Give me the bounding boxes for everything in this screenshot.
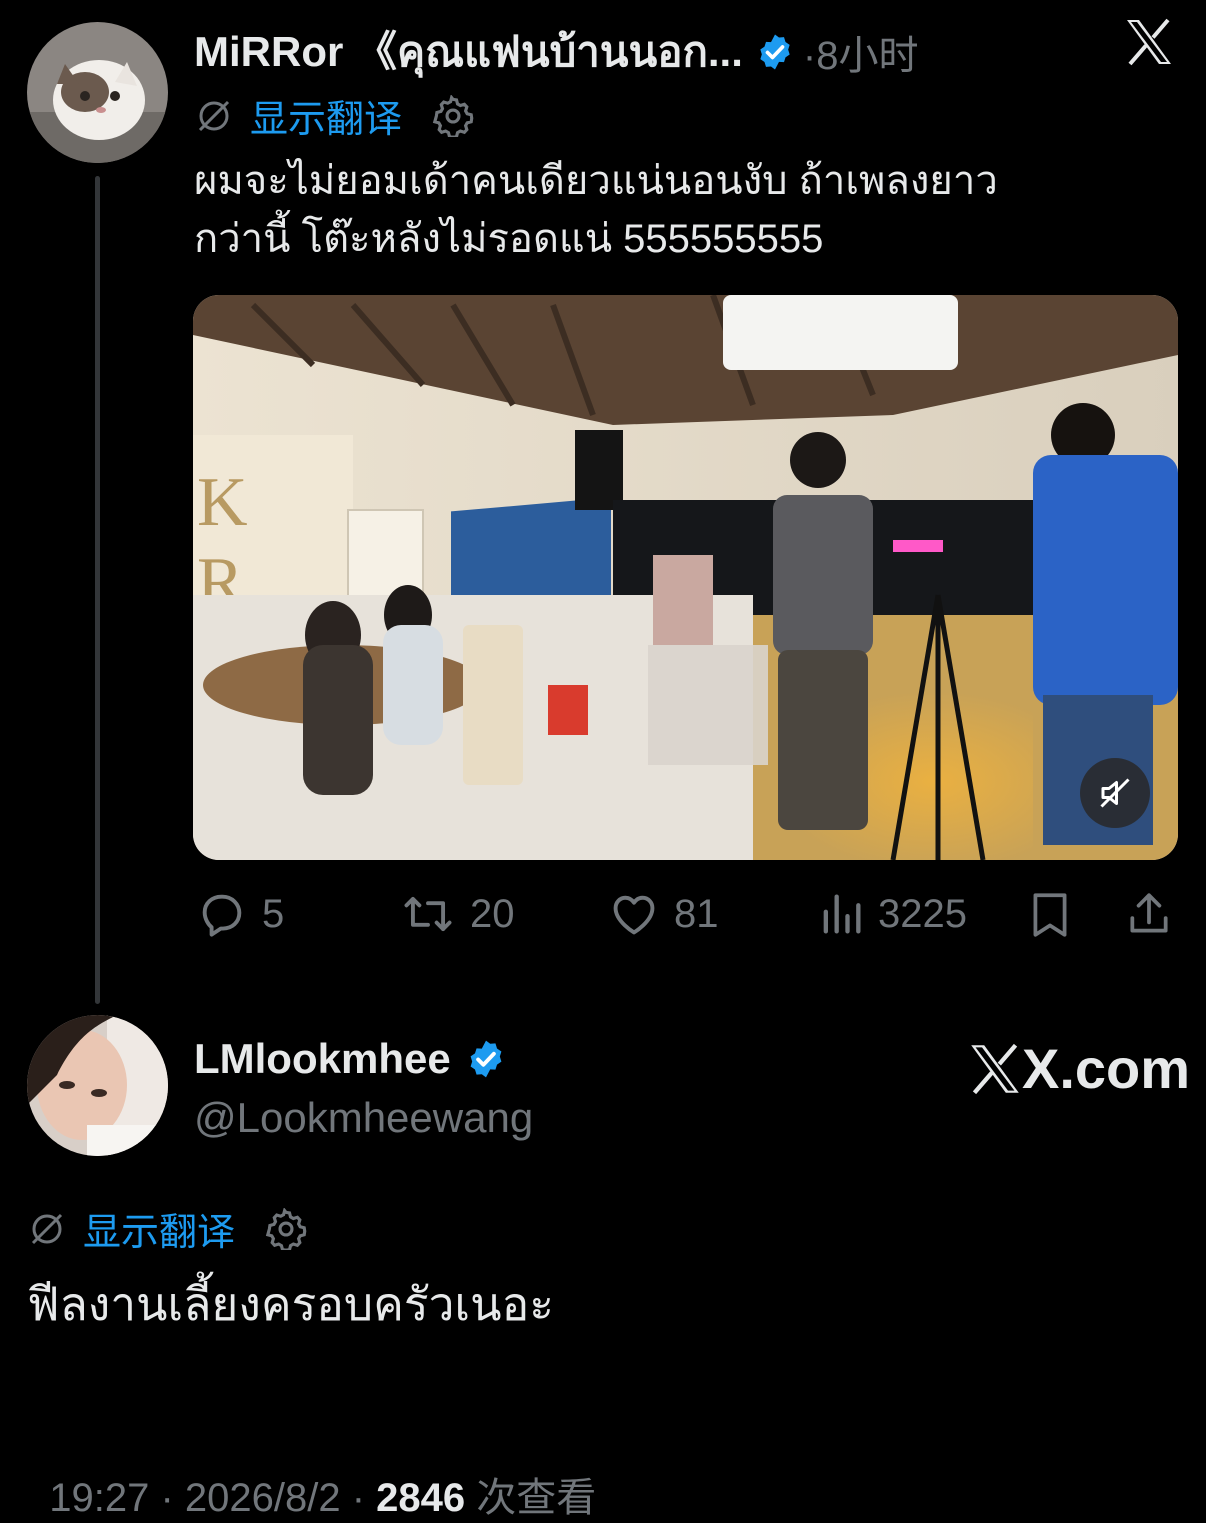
- no-translate-icon: [27, 1209, 67, 1249]
- gear-icon[interactable]: [265, 1207, 307, 1250]
- parent-avatar[interactable]: [27, 22, 168, 163]
- tweet-timestamp[interactable]: 19:27 · 2026/8/2 ·: [49, 1476, 376, 1520]
- show-translation-link[interactable]: 显示翻译: [83, 1201, 235, 1256]
- parent-tweet-text-line2: กว่านี้ โต๊ะหลังไม่รอดแน่ 555555555: [194, 217, 824, 261]
- show-translation-link[interactable]: 显示翻译: [250, 88, 402, 143]
- parent-time[interactable]: ·8小时: [803, 23, 919, 81]
- reply-count: 5: [262, 891, 285, 936]
- x-logo-icon[interactable]: [1124, 18, 1174, 66]
- tweet-meta: 19:27 · 2026/8/2 · 2846 次查看: [27, 1420, 596, 1523]
- brand-watermark: X.com: [968, 1036, 1190, 1101]
- repost-count: 20: [470, 891, 515, 936]
- share-icon[interactable]: [1124, 888, 1174, 945]
- reply-avatar[interactable]: [27, 1015, 168, 1156]
- thread-line: [95, 176, 100, 1004]
- tweet-views-label: 次查看: [465, 1476, 597, 1520]
- tweet-view-count: 2846: [376, 1476, 466, 1520]
- like-icon: [608, 888, 660, 940]
- bookmark-icon[interactable]: [1028, 890, 1072, 945]
- like-button[interactable]: 81: [608, 888, 719, 940]
- gear-icon[interactable]: [432, 94, 474, 137]
- like-count: 81: [674, 891, 719, 936]
- parent-author-name[interactable]: MiRRor 《คุณแฟนบ้านนอก...: [194, 18, 743, 85]
- verified-badge-icon: [755, 32, 795, 72]
- mute-icon[interactable]: [1080, 758, 1150, 828]
- svg-text:K: K: [197, 464, 248, 541]
- reply-icon: [196, 888, 248, 940]
- tweet-video[interactable]: K R: [193, 295, 1178, 860]
- repost-icon: [400, 888, 456, 940]
- views-button[interactable]: 3225: [818, 888, 967, 940]
- view-count: 3225: [878, 891, 967, 936]
- views-icon: [818, 888, 864, 940]
- no-translate-icon: [194, 96, 234, 136]
- verified-badge-icon: [465, 1038, 507, 1080]
- parent-tweet-text-line1: ผมจะไม่ยอมเด้าคนเดียวแน่นอนงับ ถ้าเพลงยา…: [194, 159, 998, 203]
- reply-author-name[interactable]: LMlookmhee: [194, 1035, 451, 1083]
- repost-button[interactable]: 20: [400, 888, 515, 940]
- reply-button[interactable]: 5: [196, 888, 284, 940]
- brand-text: X.com: [1022, 1037, 1191, 1100]
- reply-handle[interactable]: @Lookmheewang: [194, 1094, 533, 1142]
- reply-tweet-text: ฟีลงานเลี้ยงครอบครัวเนอะ: [27, 1278, 554, 1330]
